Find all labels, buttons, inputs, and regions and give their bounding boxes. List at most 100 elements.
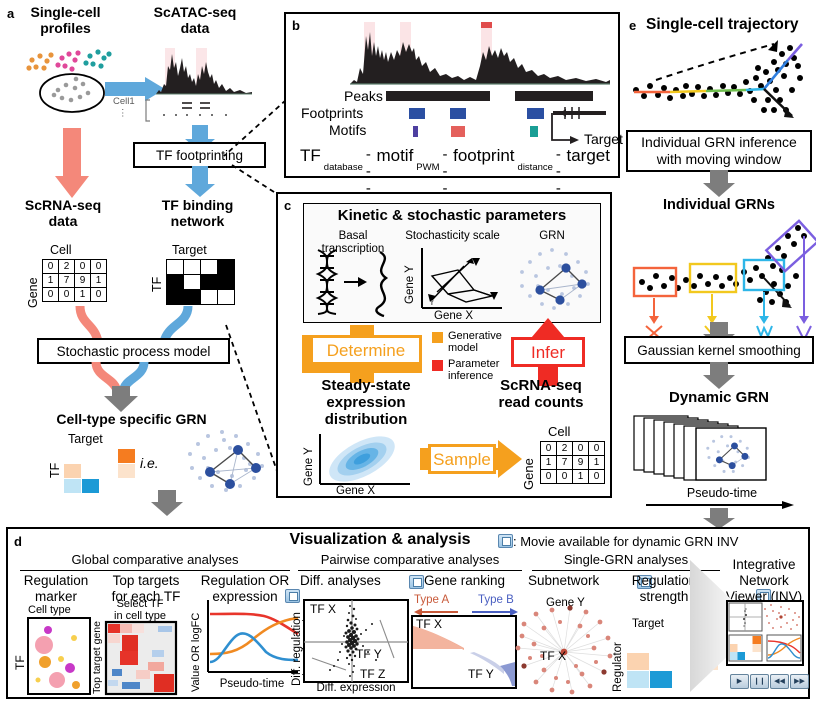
panel-d-title: Visualization & analysis (289, 531, 471, 548)
formula-motif: motif (376, 146, 414, 165)
diff-analyses-ylabel: Diff. regulation (291, 612, 303, 686)
dynamic-grn-title: Dynamic GRN (668, 389, 770, 406)
movie-note: : Movie available for dynamic GRN INV (498, 534, 738, 549)
top-targets-ylabel: Top target gene (91, 621, 103, 694)
gene-x-label-c1: Gene X (434, 310, 473, 322)
legend-generative-swatch (432, 332, 443, 343)
ie-label: i.e. (140, 455, 159, 471)
diff-point-tf-z: TF Z (360, 667, 386, 681)
reg-strength-ylabel: Regulator (612, 642, 624, 692)
regulation-marker-bubble-plot (27, 617, 91, 695)
rewind-button[interactable]: ◀◀ (770, 673, 789, 689)
panel-c-letter: c (284, 198, 292, 213)
peaks-footprints-motifs-tracks (386, 91, 606, 144)
formula-footprint: footprint (453, 146, 515, 165)
diff-analyses-xlabel: Diff. expression (316, 682, 396, 694)
reg-or-expr-xlabel: Pseudo-time (219, 678, 285, 690)
stochastic-process-model-box[interactable]: Stochastic process model (37, 338, 230, 364)
top-targets-xlabel: Select TF in cell type (114, 598, 166, 623)
grn-network-icon-c (520, 248, 590, 310)
scrna-count-matrix: 0200 1791 0010 (42, 259, 107, 302)
infer-button[interactable]: Infer (511, 337, 585, 367)
item-diff-analyses-title: Diff. analyses (300, 573, 381, 588)
arrow-grn-to-panel-d (151, 490, 183, 516)
movie-note-text: : Movie available for dynamic GRN INV (513, 534, 739, 549)
gene-axis-label-c: Gene (521, 458, 536, 490)
movie-icon-note (498, 534, 513, 548)
legend-parameter-swatch (432, 360, 443, 372)
formula-target: target (566, 146, 610, 165)
play-button[interactable]: ▶ (730, 673, 749, 689)
top-targets-heatmap (104, 620, 178, 696)
model-to-grn-arrows (91, 361, 149, 412)
group-global-comparative: Global comparative analyses (20, 552, 290, 571)
panel-d-letter: d (14, 534, 22, 549)
arrow-footprinting-to-network (185, 166, 215, 197)
cell1-label: Cell1 (113, 96, 135, 107)
arrow-to-individual-grns (703, 170, 735, 197)
reg-marker-ylabel: TF (13, 655, 27, 670)
diff-point-tf-y: TF Y (356, 647, 382, 661)
inv-playback-controls[interactable]: ▶ ❙❙ ◀◀ ▶▶ (730, 670, 810, 689)
arrow-profiles-to-scrna (55, 128, 89, 198)
gaussian-smoothing-box[interactable]: Gaussian kernel smoothing (624, 336, 814, 364)
gene-ranking-type-a: Type A (414, 594, 450, 606)
sample-button[interactable]: Sample (428, 444, 496, 474)
dynamic-grn-stack (633, 415, 767, 481)
tf-motif-footprint-target-formula: TF database ------ motif PWM ------ foot… (300, 146, 610, 248)
stochasticity-scale-label: Stochasticity scale (405, 230, 500, 242)
formula-tf: TF (300, 146, 321, 165)
target-axis-label-grn: Target (68, 432, 103, 446)
gene-axis-label-a: Gene (26, 277, 40, 308)
scrna-read-count-matrix-c: 0200 1791 0010 (540, 441, 605, 484)
target-axis-label-a: Target (172, 243, 207, 257)
reg-or-expr-ylabel: Value OR logFC (190, 612, 202, 692)
gene-ranking-left-label: TF X (416, 617, 442, 631)
formula-motif-sub: PWM (416, 162, 440, 173)
formula-tf-sub: database (323, 162, 363, 173)
formula-footprint-sub: distance (517, 162, 553, 173)
grn-label-c: GRN (539, 230, 565, 242)
item-regulation-marker-title: Regulation marker (23, 573, 89, 604)
cell-ellipsis: ⋮ (118, 108, 128, 119)
tf-axis-label-grn: TF (48, 462, 62, 478)
tf-axis-label-a: TF (150, 276, 164, 292)
cell-type-grn-heatmap (63, 448, 136, 494)
item-gene-ranking-title: Gene ranking (424, 573, 506, 588)
atac-signal-track-b (350, 22, 610, 85)
arrow-to-dynamic-grn (703, 362, 735, 389)
movie-icon-diff-analyses[interactable] (409, 575, 425, 589)
trajectory-scatter-plot (633, 40, 803, 118)
read-counts-title: ScRNA-seq read counts (498, 377, 584, 411)
gene-x-label-c2: Gene X (336, 485, 375, 497)
item-subnetwork-title: Subnetwork (528, 573, 600, 588)
scatac-seq-title: ScATAC-seq data (153, 4, 237, 36)
panel-b-letter: b (292, 18, 300, 33)
reg-marker-xlabel: Cell type (28, 604, 71, 616)
reg-strength-xlabel: Target (632, 618, 664, 630)
cell-axis-label-a: Cell (50, 243, 72, 257)
kinetic-params-title: Kinetic & stochastic parameters (337, 207, 567, 224)
subnetwork-center-label: TF X (540, 649, 566, 663)
svg-text:r: r (431, 298, 434, 307)
gene-ranking-type-b: Type B (478, 594, 514, 606)
forward-button[interactable]: ▶▶ (790, 673, 809, 689)
single-cell-trajectory-title: Single-cell trajectory (646, 16, 799, 33)
panel-e-letter: e (629, 18, 637, 33)
inv-viewer-thumbnails (728, 602, 802, 662)
individual-grn-inference-box[interactable]: Individual GRN inference with moving wind… (626, 130, 812, 172)
individual-grns-windows (632, 219, 816, 343)
panel-c-legend: Generative model Parameter inference (432, 330, 502, 382)
pause-button[interactable]: ❙❙ (750, 673, 769, 689)
determine-button[interactable]: Determine (310, 335, 422, 365)
individual-grns-title: Individual GRNs (663, 197, 775, 213)
dashed-connector-a-to-b (223, 99, 287, 157)
dna-to-rna-icon (315, 249, 389, 318)
gene-y-label-c2: Gene Y (303, 447, 315, 486)
legend-generative-label: Generative model (448, 330, 502, 355)
group-pairwise-comparative: Pairwise comparative analyses (298, 552, 522, 571)
cell-axis-label-c: Cell (548, 424, 571, 439)
scrna-seq-title: ScRNA-seq data (24, 197, 102, 229)
footprints-row-label: Footprints (301, 105, 364, 121)
pseudotime-label-e: Pseudo-time (686, 486, 758, 500)
